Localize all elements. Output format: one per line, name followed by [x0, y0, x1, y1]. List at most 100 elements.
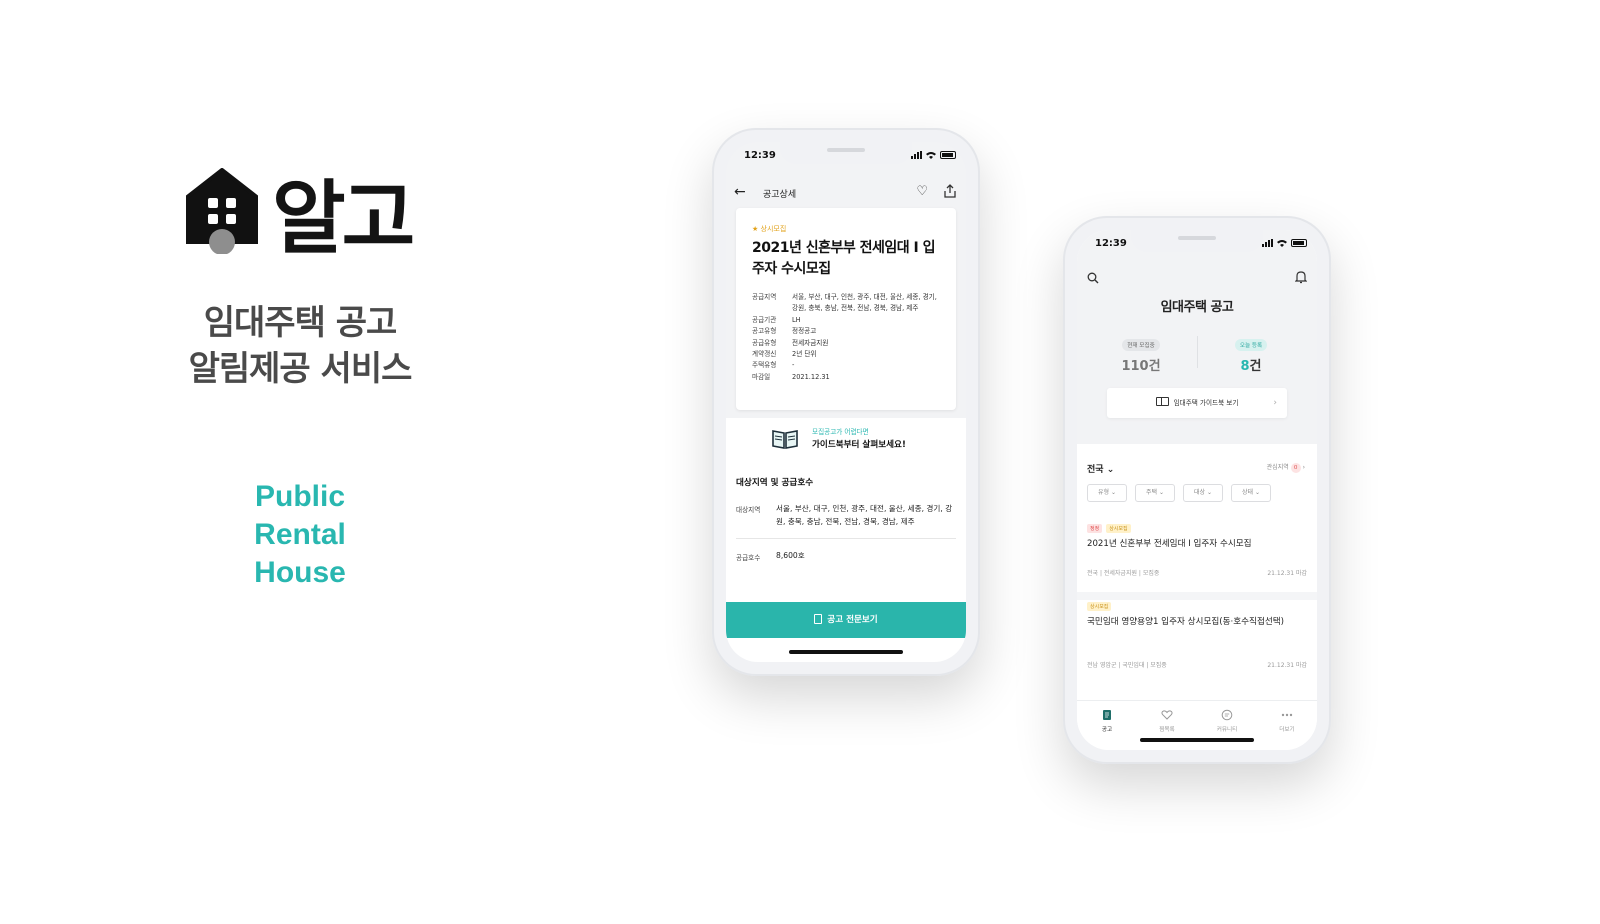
- bell-icon[interactable]: [1295, 270, 1307, 284]
- info-row: 계약갱신 2년 단위: [752, 349, 942, 360]
- home-indicator[interactable]: [1140, 738, 1254, 742]
- info-row: 마감일 2021.12.31: [752, 372, 942, 383]
- interest-region-link[interactable]: 관심지역 0 ›: [1267, 462, 1305, 473]
- phone-list-mockup: 12:39 임대주택 공고 현재 모집중 110건 오늘 등록 8건 임대주택 …: [1063, 216, 1331, 764]
- item-meta: 전남 영암군 | 국민임대 | 모집중: [1087, 662, 1167, 669]
- region-selector[interactable]: 전국 ⌄: [1087, 462, 1114, 475]
- guidebook-button-label: 임대주택 가이드북 보기: [1173, 399, 1239, 407]
- guidebook-main: 가이드북부터 살펴보세요!: [812, 440, 906, 450]
- info-row: 공급유형 전세자금지원: [752, 338, 942, 349]
- filter-status[interactable]: 상태 ⌄: [1231, 484, 1271, 502]
- notice-icon: [1103, 710, 1111, 720]
- english-title: Public Rental House: [150, 478, 450, 592]
- chevron-right-icon: ›: [1273, 398, 1277, 408]
- view-full-notice-button[interactable]: 공고 전문보기: [726, 602, 966, 638]
- wifi-icon: [1277, 240, 1287, 247]
- stat-divider: [1197, 336, 1198, 368]
- wifi-icon: [926, 152, 936, 159]
- info-key: 주택유형: [752, 361, 777, 370]
- stage: 알고 임대주택 공고 알림제공 서비스 Public Rental House …: [0, 0, 1600, 924]
- filter-label: 대상: [1194, 489, 1206, 496]
- guidebook-sub: 모집공고가 어렵다면: [812, 428, 869, 436]
- chevron-right-icon: ›: [1302, 464, 1305, 471]
- filter-label: 유형: [1098, 489, 1110, 496]
- notice-info-table: 공급지역 서울, 부산, 대구, 인천, 광주, 대전, 울산, 세종, 경기, …: [752, 292, 942, 383]
- supply-count-value: 8,600호: [776, 551, 805, 560]
- interest-count: 0: [1290, 463, 1301, 473]
- tagline-line-1: 임대주택 공고: [203, 303, 398, 343]
- info-key: 계약갱신: [752, 350, 777, 359]
- bottom-tab-bar: 공고 찜목록 커뮤니티 더보기: [1077, 700, 1317, 750]
- tag-always: 상시모집: [1087, 602, 1112, 611]
- share-icon[interactable]: [944, 184, 956, 198]
- stat-current-value: 110건: [1121, 359, 1161, 374]
- tab-notice[interactable]: 공고: [1077, 701, 1137, 750]
- more-icon: [1281, 713, 1293, 717]
- info-value: 2021.12.31: [792, 372, 830, 381]
- stat-today-unit: 건: [1249, 359, 1262, 374]
- info-row: 공급지역 서울, 부산, 대구, 인천, 광주, 대전, 울산, 세종, 경기, …: [752, 292, 942, 315]
- tab-community[interactable]: 커뮤니티: [1197, 701, 1257, 750]
- interest-label: 관심지역: [1266, 464, 1289, 471]
- search-icon[interactable]: [1087, 272, 1099, 284]
- info-row: 주택유형 -: [752, 360, 942, 371]
- tab-more[interactable]: 더보기: [1257, 701, 1317, 750]
- filter-house[interactable]: 주택 ⌄: [1135, 484, 1175, 502]
- info-key: 공급기관: [752, 315, 777, 324]
- detail-header-title: 공고상세: [763, 190, 797, 200]
- heart-icon[interactable]: ♡: [916, 184, 928, 199]
- status-bar: 12:39: [726, 148, 966, 166]
- filter-label: 상태: [1242, 489, 1254, 496]
- detail-header: ← 공고상세 ♡: [726, 180, 966, 208]
- stat-current-label: 현재 모집중: [1122, 339, 1160, 351]
- battery-icon: [940, 151, 956, 159]
- item-tags: 정정 상시모집: [1087, 524, 1307, 533]
- filter-type[interactable]: 유형 ⌄: [1087, 484, 1127, 502]
- status-time: 12:39: [1095, 238, 1127, 249]
- tab-label: 찜목록: [1159, 727, 1175, 733]
- supply-count-label: 공급호수: [736, 554, 761, 562]
- guidebook-button[interactable]: 임대주택 가이드북 보기 ›: [1107, 388, 1287, 418]
- list-page-title: 임대주택 공고: [1160, 300, 1234, 315]
- heart-list-icon: [1161, 710, 1173, 720]
- item-meta: 전국 | 전세자금지원 | 모집중: [1087, 570, 1160, 577]
- item-title: 2021년 신혼부부 전세임대 I 입주자 수시모집: [1087, 539, 1252, 549]
- status-badge: ★ 상시모집: [752, 225, 787, 233]
- section-heading: 대상지역 및 공급호수: [736, 478, 814, 488]
- item-due: 21.12.31 마감: [1267, 662, 1307, 669]
- back-arrow-icon[interactable]: ←: [734, 184, 746, 200]
- guidebook-banner[interactable]: 모집공고가 어렵다면 가이드북부터 살펴보세요!: [726, 418, 966, 464]
- stat-today-number: 8: [1240, 359, 1250, 374]
- view-full-notice-label: 공고 전문보기: [827, 615, 878, 625]
- status-icons: [1262, 239, 1307, 247]
- info-key: 공고유형: [752, 327, 777, 336]
- stat-today-label: 오늘 등록: [1234, 339, 1268, 351]
- detail-screen: 12:39 ← 공고상세 ♡ ★ 상시모집 2021년 신혼부부 전세임대 I …: [726, 142, 966, 662]
- signal-icon: [911, 151, 922, 159]
- list-item[interactable]: 정정 상시모집 2021년 신혼부부 전세임대 I 입주자 수시모집 전국 | …: [1087, 524, 1307, 586]
- list-header-area: 임대주택 공고 현재 모집중 110건 오늘 등록 8건 임대주택 가이드북 보…: [1077, 230, 1317, 444]
- brand-logo: 알고: [182, 160, 422, 265]
- filter-target[interactable]: 대상 ⌄: [1183, 484, 1223, 502]
- tag-always: 상시모집: [1106, 524, 1131, 533]
- notice-title: 2021년 신혼부부 전세임대 I 입주자 수시모집: [752, 240, 935, 277]
- item-title: 국민임대 영양용양1 입주자 상시모집(동·호수직접선택): [1087, 617, 1285, 627]
- divider: [736, 538, 956, 539]
- tagline-line-2: 알림제공 서비스: [188, 349, 413, 389]
- filter-label: 주택: [1146, 489, 1158, 496]
- info-value: LH: [792, 315, 801, 324]
- stat-today-value: 8건: [1201, 355, 1301, 374]
- status-icons: [911, 151, 956, 159]
- filter-bar: 유형 ⌄ 주택 ⌄ 대상 ⌄ 상태 ⌄: [1087, 484, 1271, 502]
- info-value: -: [792, 361, 795, 370]
- list-item[interactable]: 상시모집 국민임대 영양용양1 입주자 상시모집(동·호수직접선택) 전남 영암…: [1087, 602, 1307, 678]
- house-logo-icon: [186, 168, 258, 254]
- english-line-3: House: [254, 556, 346, 589]
- home-indicator[interactable]: [789, 650, 903, 654]
- english-line-1: Public: [254, 480, 345, 513]
- tab-wishlist[interactable]: 찜목록: [1137, 701, 1197, 750]
- tab-label: 공고: [1101, 727, 1113, 733]
- target-region-value: 서울, 부산, 대구, 인천, 광주, 대전, 울산, 세종, 경기, 강원, …: [776, 504, 953, 526]
- item-tags: 상시모집: [1087, 602, 1307, 611]
- item-due: 21.12.31 마감: [1267, 570, 1307, 577]
